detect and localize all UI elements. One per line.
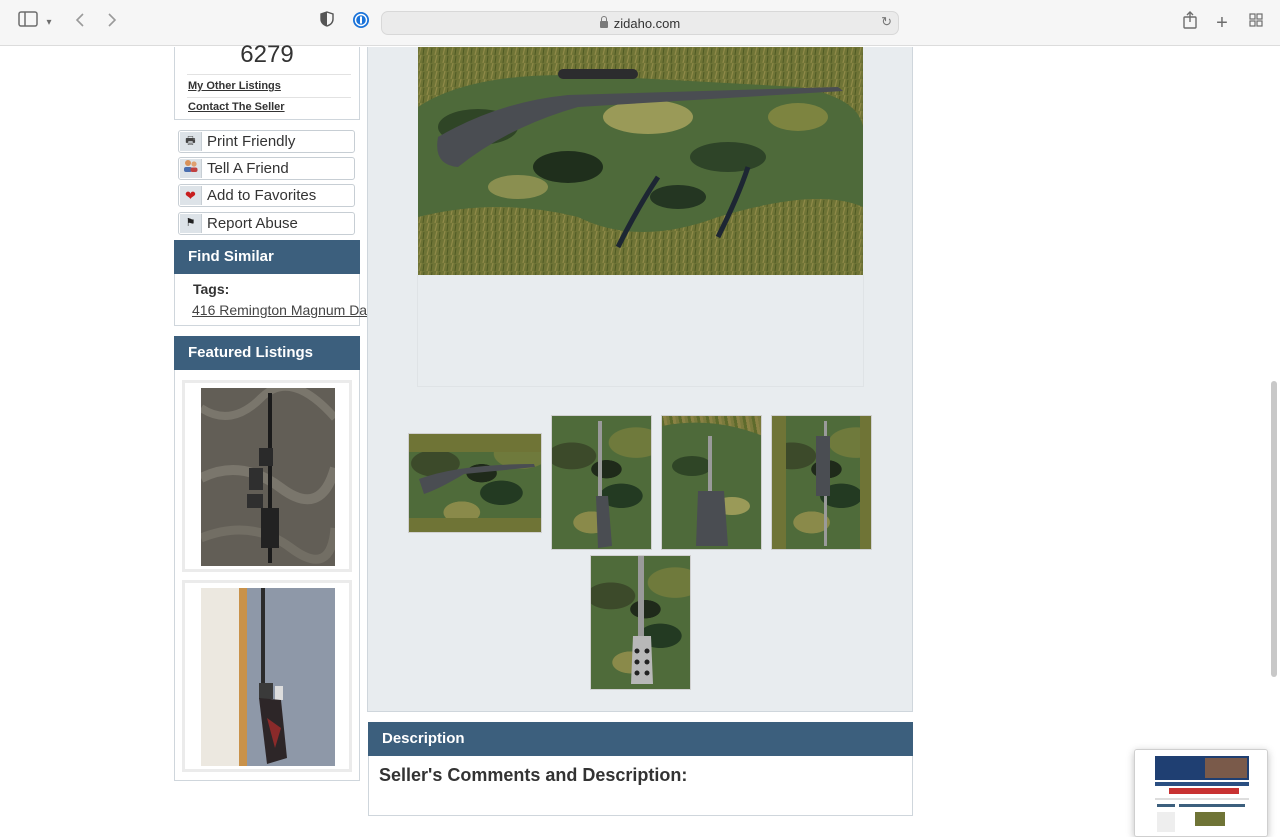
gallery-thumbnail[interactable] bbox=[661, 415, 762, 550]
password-manager-icon[interactable] bbox=[349, 11, 373, 35]
gallery-thumbnail[interactable] bbox=[551, 415, 652, 550]
divider bbox=[187, 97, 351, 98]
seller-count: 6279 bbox=[240, 41, 294, 68]
featured-listings-header: Featured Listings bbox=[174, 336, 360, 370]
seller-comments-title: Seller's Comments and Description: bbox=[379, 765, 688, 785]
action-label: Tell A Friend bbox=[207, 160, 289, 177]
featured-listing-image[interactable] bbox=[198, 382, 340, 566]
privacy-shield-icon[interactable] bbox=[315, 11, 339, 35]
chevron-down-icon[interactable]: ▾ bbox=[40, 11, 58, 35]
browser-toolbar: ▾ zidaho.com ↻ + bbox=[0, 0, 1280, 46]
contact-seller-link[interactable]: Contact The Seller bbox=[188, 101, 285, 113]
page-preview-thumbnail[interactable] bbox=[1134, 749, 1268, 837]
tags-box: Tags: bbox=[174, 274, 360, 326]
tags-label: Tags: bbox=[193, 281, 230, 297]
my-other-listings-link[interactable]: My Other Listings bbox=[188, 80, 281, 92]
tell-a-friend-button[interactable]: Tell A Friend bbox=[178, 157, 355, 180]
friends-icon bbox=[180, 159, 202, 178]
description-header: Description bbox=[368, 722, 913, 756]
image-gallery bbox=[367, 47, 913, 712]
print-friendly-button[interactable]: 🖶 Print Friendly bbox=[178, 130, 355, 153]
action-label: Print Friendly bbox=[207, 133, 296, 150]
reload-icon[interactable]: ↻ bbox=[881, 14, 892, 30]
add-to-favorites-button[interactable]: ❤ Add to Favorites bbox=[178, 184, 355, 207]
printer-icon: 🖶 bbox=[180, 132, 202, 151]
flag-icon: ⚑ bbox=[180, 214, 202, 233]
sidebar-icon[interactable] bbox=[16, 11, 40, 35]
forward-icon[interactable] bbox=[100, 11, 124, 35]
gallery-thumbnail[interactable] bbox=[771, 415, 872, 550]
lock-icon bbox=[599, 16, 608, 28]
page-scrollbar[interactable] bbox=[1271, 381, 1277, 677]
share-icon[interactable] bbox=[1178, 11, 1202, 35]
url-text: zidaho.com bbox=[613, 16, 681, 31]
seller-box: 6279 My Other Listings Contact The Selle… bbox=[174, 41, 360, 120]
back-icon[interactable] bbox=[68, 11, 92, 35]
report-abuse-button[interactable]: ⚑ Report Abuse bbox=[178, 212, 355, 235]
action-label: Add to Favorites bbox=[207, 187, 317, 204]
divider bbox=[187, 74, 351, 75]
page-content: 6279 My Other Listings Contact The Selle… bbox=[0, 41, 1280, 837]
featured-listing-card[interactable] bbox=[182, 580, 352, 772]
gallery-thumbnail[interactable] bbox=[408, 433, 542, 533]
gallery-thumbnail[interactable] bbox=[590, 555, 691, 690]
main-listing-photo[interactable] bbox=[418, 47, 863, 275]
new-tab-icon[interactable]: + bbox=[1210, 11, 1234, 35]
featured-listing-image[interactable] bbox=[201, 588, 335, 766]
action-label: Report Abuse bbox=[207, 215, 298, 232]
featured-listing-card[interactable] bbox=[182, 380, 352, 572]
tab-overview-icon[interactable] bbox=[1244, 11, 1268, 35]
main-photo-frame bbox=[417, 275, 864, 387]
featured-listings bbox=[174, 370, 360, 781]
description-box: Seller's Comments and Description: bbox=[368, 756, 913, 816]
heart-icon: ❤ bbox=[180, 186, 202, 205]
find-similar-header: Find Similar bbox=[174, 240, 360, 274]
address-bar[interactable]: zidaho.com ↻ bbox=[381, 11, 899, 35]
